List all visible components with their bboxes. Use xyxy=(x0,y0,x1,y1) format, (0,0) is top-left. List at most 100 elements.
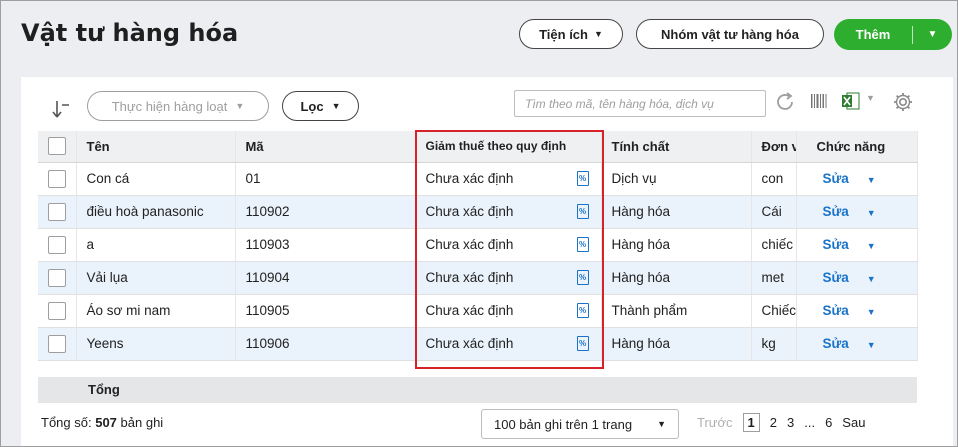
edit-link[interactable]: Sửa xyxy=(823,270,849,285)
column-header-name[interactable]: Tên xyxy=(76,131,236,163)
cell-kind: Hàng hóa xyxy=(601,228,752,262)
page-size-label: 100 bản ghi trên 1 trang xyxy=(494,416,633,432)
product-group-button[interactable]: Nhóm vật tư hàng hóa xyxy=(636,19,824,49)
prev-page-button[interactable]: Trước xyxy=(697,415,733,430)
refresh-icon[interactable] xyxy=(773,90,797,114)
table-header-row: Tên Mã Giảm thuế theo quy định Tính chất… xyxy=(38,131,918,163)
cell-code: 110902 xyxy=(235,195,416,229)
row-select-cell xyxy=(38,327,77,361)
table-row[interactable]: a 110903 Chưa xác định% Hàng hóa chiếc Sửa ▼ xyxy=(38,228,918,262)
gear-icon[interactable] xyxy=(892,91,914,113)
chevron-down-icon[interactable]: ▼ xyxy=(867,175,876,185)
cell-actions: Sửa ▼ xyxy=(796,261,918,295)
cell-actions: Sửa ▼ xyxy=(796,162,918,196)
page-title: Vật tư hàng hóa xyxy=(21,19,239,47)
row-select-cell xyxy=(38,195,77,229)
table-row[interactable]: Vải lụa 110904 Chưa xác định% Hàng hóa met Sử… xyxy=(38,261,918,295)
percent-doc-icon[interactable]: % xyxy=(576,303,589,318)
excel-chevron-down-icon[interactable]: ▼ xyxy=(866,93,875,103)
search-input[interactable]: Tìm theo mã, tên hàng hóa, dịch vụ xyxy=(514,90,766,117)
row-checkbox[interactable] xyxy=(48,202,66,221)
edit-link[interactable]: Sửa xyxy=(823,336,849,351)
cell-actions: Sửa ▼ xyxy=(796,195,918,229)
cell-tax-reduction: Chưa xác định% xyxy=(415,327,602,361)
chevron-down-icon[interactable]: ▼ xyxy=(867,340,876,350)
table-row[interactable]: Áo sơ mi nam 110905 Chưa xác định% Thành ph… xyxy=(38,294,918,328)
cell-unit: con xyxy=(751,162,797,196)
cell-unit: met xyxy=(751,261,797,295)
add-button[interactable]: Thêm ▼ xyxy=(834,19,952,50)
table-row[interactable]: điều hoà panasonic 110902 Chưa xác định% Hà… xyxy=(38,195,918,229)
column-header-unit[interactable]: Đơn vị xyxy=(751,131,797,163)
row-checkbox[interactable] xyxy=(48,301,66,320)
row-checkbox[interactable] xyxy=(48,169,66,188)
row-checkbox[interactable] xyxy=(48,334,66,353)
percent-doc-icon[interactable]: % xyxy=(576,270,589,285)
sort-down-icon[interactable] xyxy=(51,99,73,121)
product-group-label: Nhóm vật tư hàng hóa xyxy=(661,26,799,42)
page-1-button[interactable]: 1 xyxy=(742,413,760,432)
chevron-down-icon[interactable]: ▼ xyxy=(867,274,876,284)
barcode-icon[interactable] xyxy=(809,91,829,111)
row-select-cell xyxy=(38,294,77,328)
cell-kind: Hàng hóa xyxy=(601,195,752,229)
cell-unit: kg xyxy=(751,327,797,361)
chevron-down-icon[interactable]: ▼ xyxy=(867,208,876,218)
app-window: Vật tư hàng hóa Tiện ích ▼ Nhóm vật tư h… xyxy=(0,0,958,447)
add-label: Thêm xyxy=(855,27,891,42)
cell-unit: Chiếc xyxy=(751,294,797,328)
excel-icon[interactable] xyxy=(841,91,863,111)
edit-link[interactable]: Sửa xyxy=(823,237,849,252)
cell-name: điều hoà panasonic xyxy=(76,195,236,229)
tax-status-text: Chưa xác định xyxy=(425,336,514,351)
column-header-tax-reduction[interactable]: Giảm thuế theo quy định xyxy=(415,131,602,163)
select-all-header xyxy=(38,131,77,163)
percent-doc-icon[interactable]: % xyxy=(576,171,589,186)
row-select-cell xyxy=(38,261,77,295)
edit-link[interactable]: Sửa xyxy=(823,204,849,219)
page-ellipsis: ... xyxy=(804,415,816,430)
table-row[interactable]: Yeens 110906 Chưa xác định% Hàng hóa kg Sửa ▼ xyxy=(38,327,918,361)
select-all-checkbox[interactable] xyxy=(48,137,66,156)
column-header-code[interactable]: Mã xyxy=(235,131,416,163)
cell-kind: Hàng hóa xyxy=(601,261,752,295)
edit-link[interactable]: Sửa xyxy=(823,171,849,186)
cell-unit: Cái xyxy=(751,195,797,229)
cell-kind: Hàng hóa xyxy=(601,327,752,361)
next-page-button[interactable]: Sau xyxy=(842,415,865,430)
page-2-button[interactable]: 2 xyxy=(770,415,777,430)
percent-doc-icon[interactable]: % xyxy=(576,237,589,252)
product-table: Tên Mã Giảm thuế theo quy định Tính chất… xyxy=(38,131,918,361)
record-count: Tổng số: 507 bản ghi xyxy=(41,415,163,430)
row-checkbox[interactable] xyxy=(48,235,66,254)
table-row[interactable]: Con cá 01 Chưa xác định% Dịch vụ con Sửa ▼ xyxy=(38,162,918,196)
cell-tax-reduction: Chưa xác định% xyxy=(415,162,602,196)
bulk-action-button[interactable]: Thực hiện hàng loạt ▼ xyxy=(87,91,269,121)
content-panel: Thực hiện hàng loạt ▼ Lọc ▼ Tìm theo mã,… xyxy=(21,77,953,446)
cell-name: Áo sơ mi nam xyxy=(76,294,236,328)
chevron-down-icon[interactable]: ▼ xyxy=(867,241,876,251)
cell-actions: Sửa ▼ xyxy=(796,327,918,361)
page-size-select[interactable]: 100 bản ghi trên 1 trang ▼ xyxy=(481,409,679,439)
utility-button[interactable]: Tiện ích ▼ xyxy=(519,19,623,49)
tax-status-text: Chưa xác định xyxy=(425,303,514,318)
cell-code: 110903 xyxy=(235,228,416,262)
cell-code: 110904 xyxy=(235,261,416,295)
page-6-button[interactable]: 6 xyxy=(825,415,832,430)
filter-button[interactable]: Lọc ▼ xyxy=(282,91,359,121)
cell-tax-reduction: Chưa xác định% xyxy=(415,195,602,229)
column-header-kind[interactable]: Tính chất xyxy=(601,131,752,163)
cell-tax-reduction: Chưa xác định% xyxy=(415,294,602,328)
page-3-button[interactable]: 3 xyxy=(787,415,794,430)
tax-status-text: Chưa xác định xyxy=(425,270,514,285)
cell-actions: Sửa ▼ xyxy=(796,294,918,328)
tax-status-text: Chưa xác định xyxy=(425,204,514,219)
add-dropdown-icon[interactable]: ▼ xyxy=(913,29,952,40)
cell-name: Yeens xyxy=(76,327,236,361)
row-checkbox[interactable] xyxy=(48,268,66,287)
percent-doc-icon[interactable]: % xyxy=(576,204,589,219)
cell-name: a xyxy=(76,228,236,262)
chevron-down-icon[interactable]: ▼ xyxy=(867,307,876,317)
percent-doc-icon[interactable]: % xyxy=(576,336,589,351)
edit-link[interactable]: Sửa xyxy=(823,303,849,318)
